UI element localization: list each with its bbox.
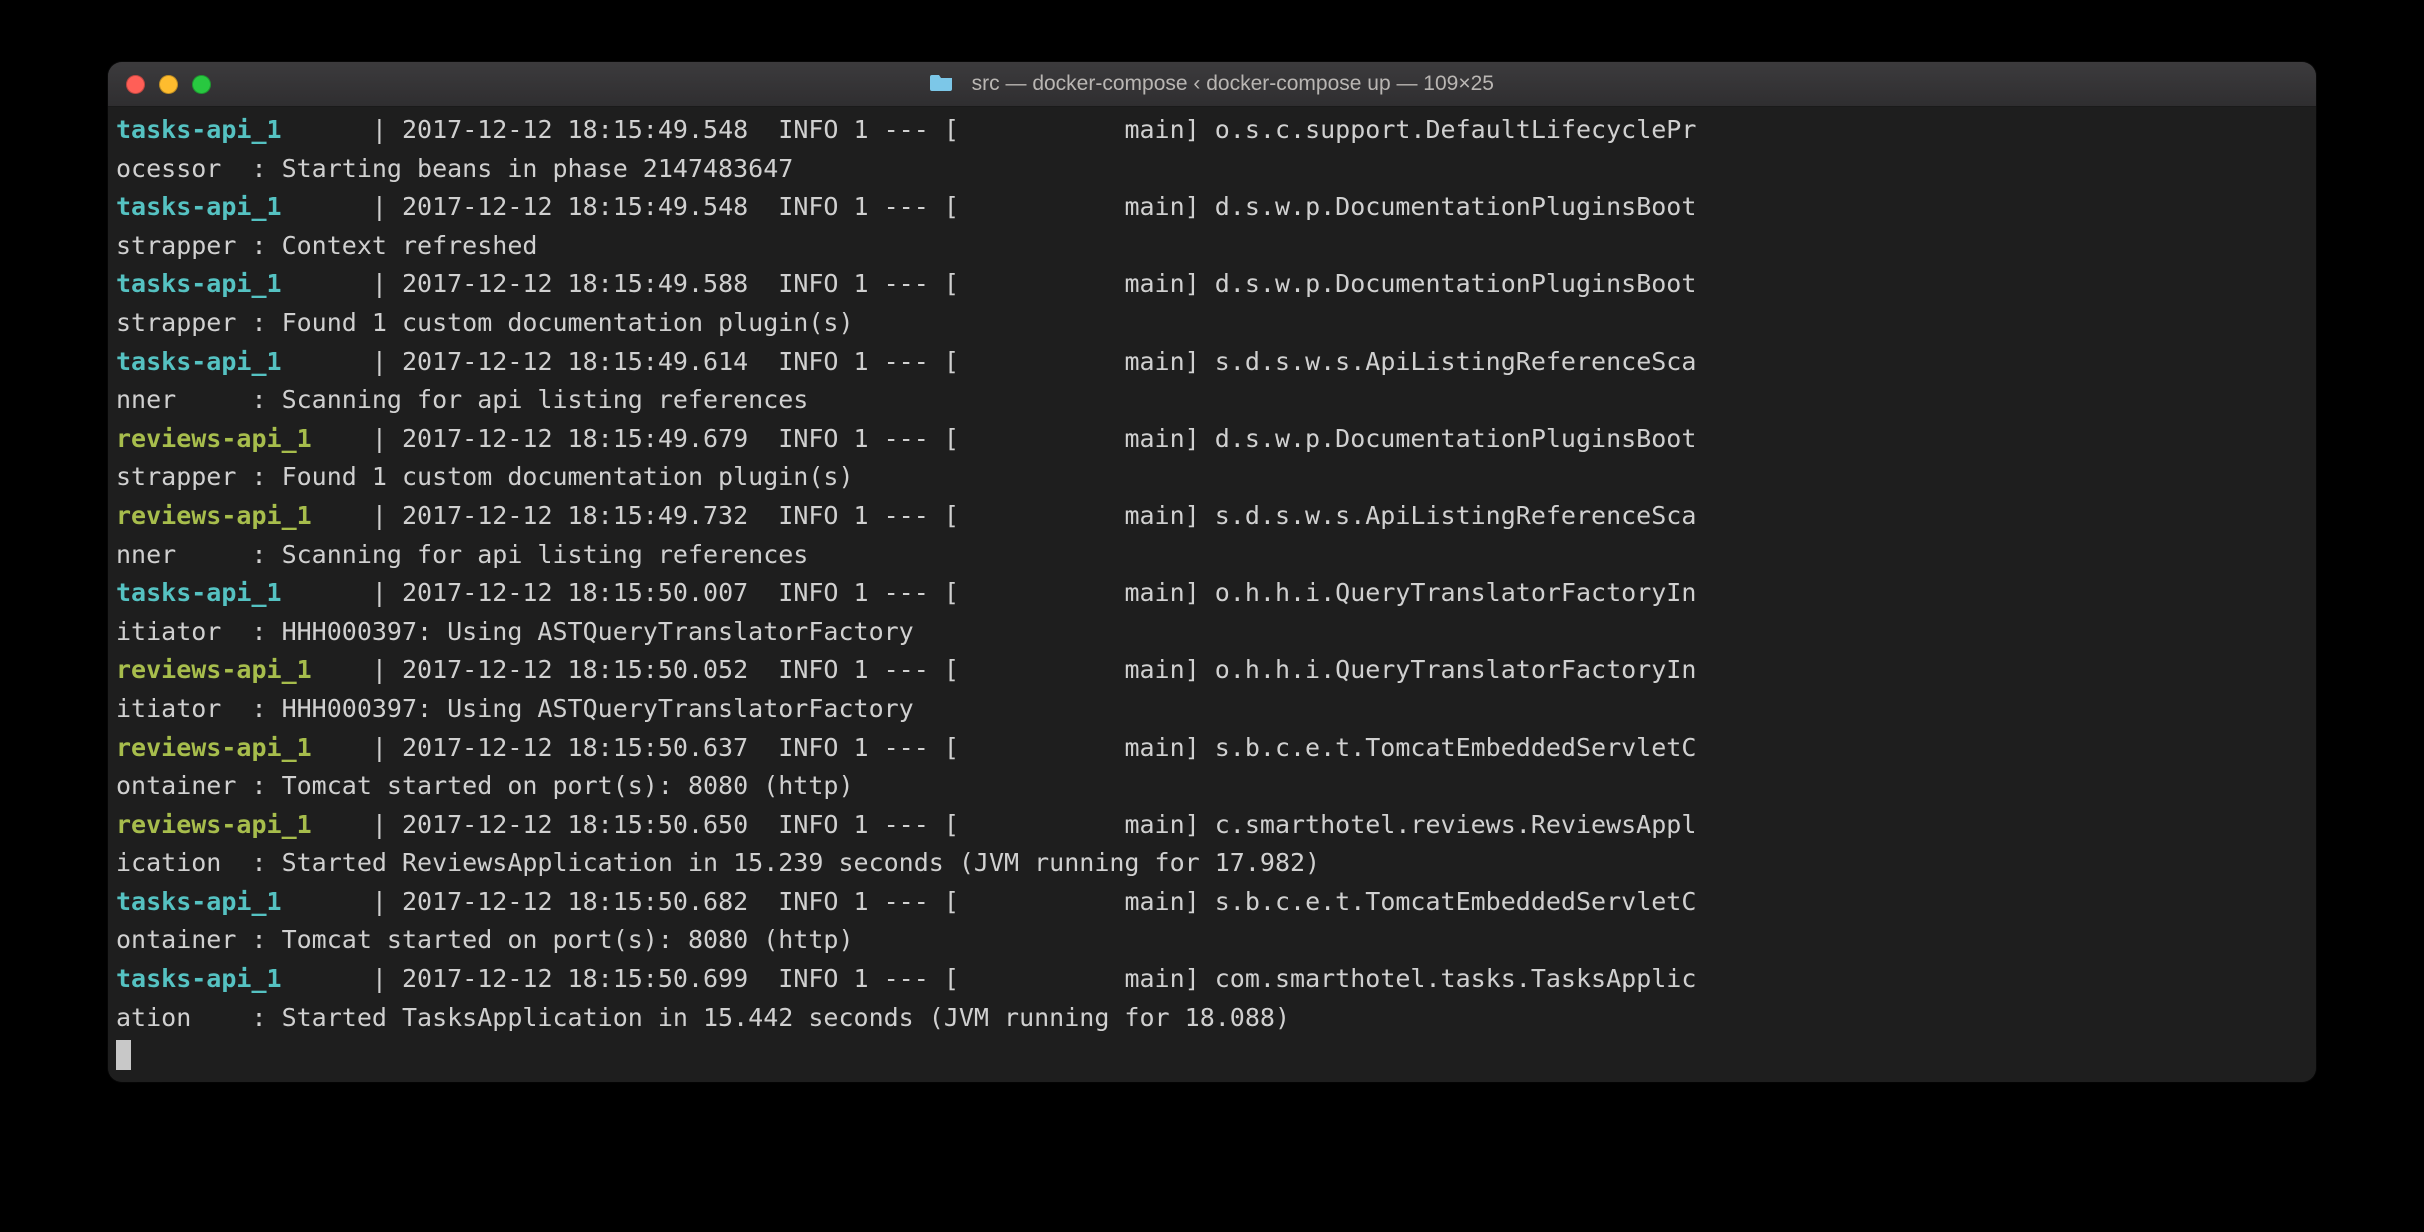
terminal-window: src — docker-compose ‹ docker-compose up…: [108, 62, 2316, 1082]
log-line: nner : Scanning for api listing referenc…: [116, 536, 2308, 575]
log-line: tasks-api_1 | 2017-12-12 18:15:49.548 IN…: [116, 111, 2308, 150]
log-line: reviews-api_1 | 2017-12-12 18:15:50.052 …: [116, 651, 2308, 690]
cursor: [116, 1040, 131, 1070]
log-line: reviews-api_1 | 2017-12-12 18:15:50.650 …: [116, 806, 2308, 845]
log-text: | 2017-12-12 18:15:49.548 INFO 1 --- [ m…: [282, 115, 1697, 144]
log-line: tasks-api_1 | 2017-12-12 18:15:49.614 IN…: [116, 343, 2308, 382]
log-line: tasks-api_1 | 2017-12-12 18:15:50.682 IN…: [116, 883, 2308, 922]
service-name: reviews-api_1: [116, 501, 312, 530]
log-line: tasks-api_1 | 2017-12-12 18:15:49.548 IN…: [116, 188, 2308, 227]
service-name: tasks-api_1: [116, 192, 282, 221]
log-line: ontainer : Tomcat started on port(s): 80…: [116, 767, 2308, 806]
service-name: tasks-api_1: [116, 269, 282, 298]
log-text: | 2017-12-12 18:15:49.732 INFO 1 --- [ m…: [312, 501, 1697, 530]
close-button[interactable]: [126, 75, 145, 94]
log-text: | 2017-12-12 18:15:50.682 INFO 1 --- [ m…: [282, 887, 1697, 916]
log-continuation: ontainer : Tomcat started on port(s): 80…: [116, 925, 854, 954]
log-line: tasks-api_1 | 2017-12-12 18:15:49.588 IN…: [116, 265, 2308, 304]
log-line: tasks-api_1 | 2017-12-12 18:15:50.699 IN…: [116, 960, 2308, 999]
window-titlebar[interactable]: src — docker-compose ‹ docker-compose up…: [108, 62, 2316, 107]
log-line: ontainer : Tomcat started on port(s): 80…: [116, 921, 2308, 960]
window-controls: [126, 75, 211, 94]
log-line: nner : Scanning for api listing referenc…: [116, 381, 2308, 420]
zoom-button[interactable]: [192, 75, 211, 94]
service-name: reviews-api_1: [116, 655, 312, 684]
log-continuation: nner : Scanning for api listing referenc…: [116, 385, 808, 414]
log-line: ocessor : Starting beans in phase 214748…: [116, 150, 2308, 189]
log-line: reviews-api_1 | 2017-12-12 18:15:49.679 …: [116, 420, 2308, 459]
window-title: src — docker-compose ‹ docker-compose up…: [972, 72, 1494, 95]
log-continuation: strapper : Context refreshed: [116, 231, 537, 260]
log-line: strapper : Found 1 custom documentation …: [116, 304, 2308, 343]
log-text: | 2017-12-12 18:15:50.637 INFO 1 --- [ m…: [312, 733, 1697, 762]
prompt-line: [116, 1037, 2308, 1076]
log-continuation: ontainer : Tomcat started on port(s): 80…: [116, 771, 854, 800]
log-line: ication : Started ReviewsApplication in …: [116, 844, 2308, 883]
log-line: strapper : Context refreshed: [116, 227, 2308, 266]
log-text: | 2017-12-12 18:15:50.007 INFO 1 --- [ m…: [282, 578, 1697, 607]
log-line: tasks-api_1 | 2017-12-12 18:15:50.007 IN…: [116, 574, 2308, 613]
service-name: tasks-api_1: [116, 347, 282, 376]
log-continuation: ation : Started TasksApplication in 15.4…: [116, 1003, 1290, 1032]
log-continuation: ocessor : Starting beans in phase 214748…: [116, 154, 793, 183]
log-continuation: strapper : Found 1 custom documentation …: [116, 462, 854, 491]
log-line: strapper : Found 1 custom documentation …: [116, 458, 2308, 497]
service-name: tasks-api_1: [116, 578, 282, 607]
service-name: tasks-api_1: [116, 115, 282, 144]
log-line: itiator : HHH000397: Using ASTQueryTrans…: [116, 613, 2308, 652]
log-line: reviews-api_1 | 2017-12-12 18:15:49.732 …: [116, 497, 2308, 536]
log-text: | 2017-12-12 18:15:50.699 INFO 1 --- [ m…: [282, 964, 1697, 993]
log-continuation: strapper : Found 1 custom documentation …: [116, 308, 854, 337]
log-text: | 2017-12-12 18:15:50.052 INFO 1 --- [ m…: [312, 655, 1697, 684]
log-line: ation : Started TasksApplication in 15.4…: [116, 999, 2308, 1038]
log-continuation: itiator : HHH000397: Using ASTQueryTrans…: [116, 694, 914, 723]
folder-icon: [930, 73, 954, 91]
log-text: | 2017-12-12 18:15:49.679 INFO 1 --- [ m…: [312, 424, 1697, 453]
window-title-wrap: src — docker-compose ‹ docker-compose up…: [108, 72, 2316, 96]
log-line: itiator : HHH000397: Using ASTQueryTrans…: [116, 690, 2308, 729]
log-text: | 2017-12-12 18:15:50.650 INFO 1 --- [ m…: [312, 810, 1697, 839]
log-text: | 2017-12-12 18:15:49.548 INFO 1 --- [ m…: [282, 192, 1697, 221]
log-continuation: nner : Scanning for api listing referenc…: [116, 540, 808, 569]
log-continuation: ication : Started ReviewsApplication in …: [116, 848, 1320, 877]
service-name: reviews-api_1: [116, 733, 312, 762]
desktop: src — docker-compose ‹ docker-compose up…: [0, 0, 2424, 1232]
service-name: reviews-api_1: [116, 424, 312, 453]
service-name: reviews-api_1: [116, 810, 312, 839]
service-name: tasks-api_1: [116, 887, 282, 916]
log-line: reviews-api_1 | 2017-12-12 18:15:50.637 …: [116, 729, 2308, 768]
log-text: | 2017-12-12 18:15:49.614 INFO 1 --- [ m…: [282, 347, 1697, 376]
log-text: | 2017-12-12 18:15:49.588 INFO 1 --- [ m…: [282, 269, 1697, 298]
terminal-output[interactable]: tasks-api_1 | 2017-12-12 18:15:49.548 IN…: [108, 107, 2316, 1082]
service-name: tasks-api_1: [116, 964, 282, 993]
minimize-button[interactable]: [159, 75, 178, 94]
log-continuation: itiator : HHH000397: Using ASTQueryTrans…: [116, 617, 914, 646]
